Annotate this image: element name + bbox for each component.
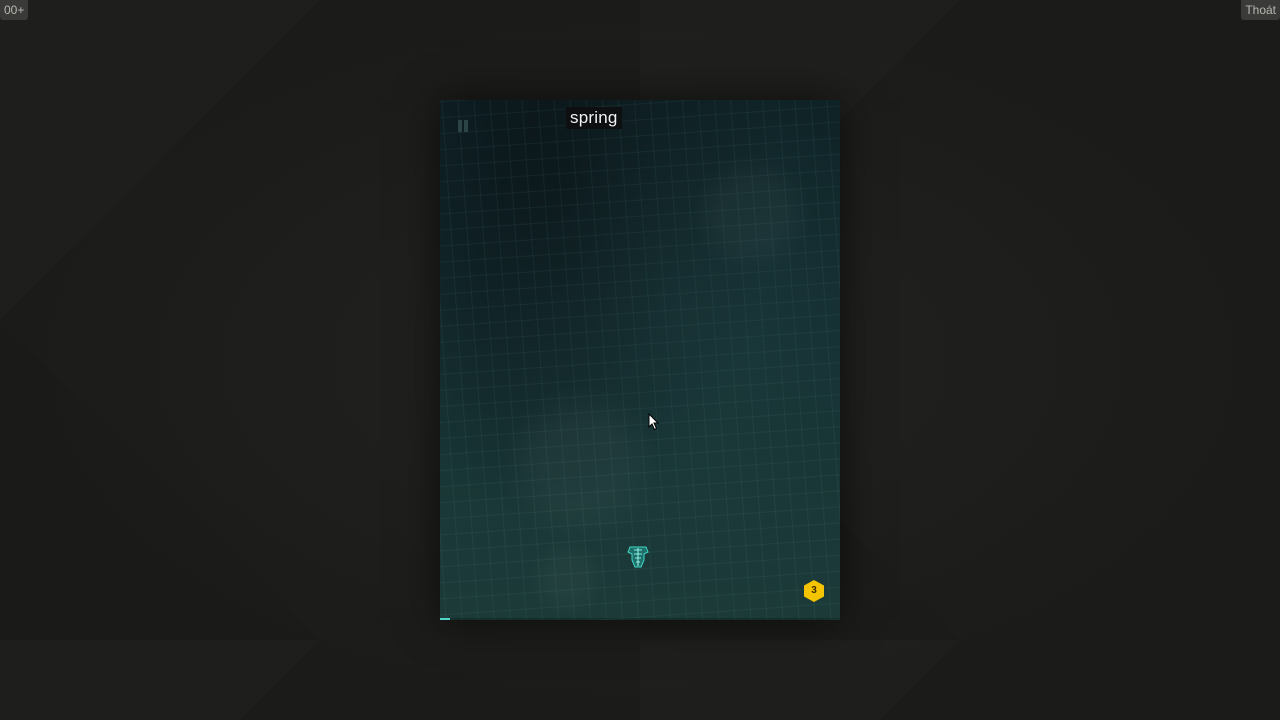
spaceship-icon — [627, 545, 649, 569]
pause-icon[interactable] — [457, 120, 469, 132]
exit-button[interactable]: Thoát — [1241, 0, 1280, 20]
game-canvas[interactable]: spring 3 — [440, 100, 840, 620]
level-progress-bar — [440, 618, 840, 620]
mouse-cursor-icon — [648, 413, 660, 431]
target-word: spring — [566, 107, 622, 129]
coin-count: 3 — [811, 585, 817, 596]
background-haze — [440, 100, 840, 620]
level-progress-fill — [440, 618, 450, 620]
score-counter-button[interactable]: 00+ — [0, 0, 29, 20]
coin-counter: 3 — [802, 579, 826, 603]
